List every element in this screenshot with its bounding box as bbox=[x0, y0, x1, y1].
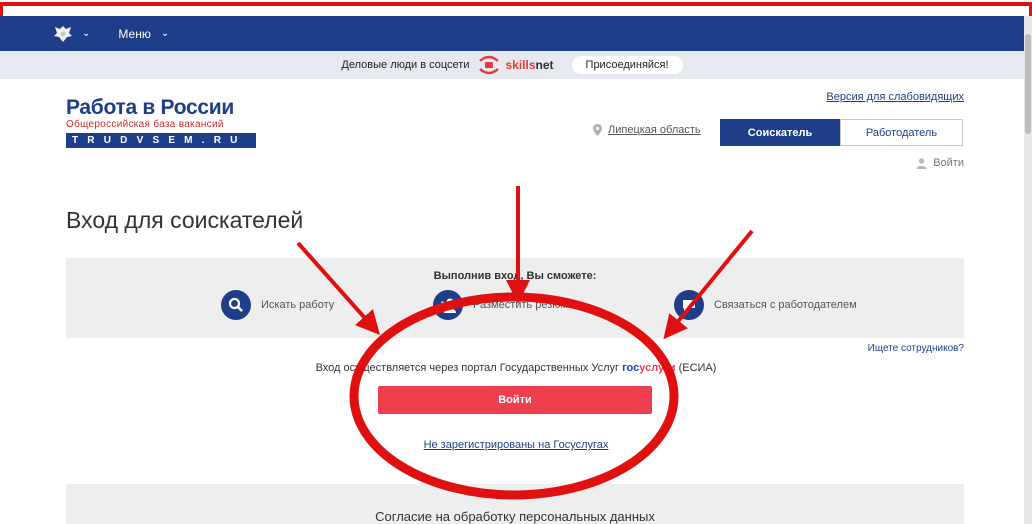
skillsnet-logo[interactable]: skills net bbox=[476, 55, 554, 75]
gosuslugi-logo: госуслуги bbox=[622, 362, 676, 374]
looking-for-employees-link[interactable]: Ищете сотрудников? bbox=[868, 343, 964, 354]
esia-info: Вход осуществляется через портал Государ… bbox=[0, 362, 1032, 374]
skillsnet-icon bbox=[478, 55, 499, 75]
logo-domain: TRUDVSEM.RU bbox=[66, 133, 256, 148]
region-label: Липецкая область bbox=[608, 124, 701, 136]
benefit-contact-employer: Связаться с работодателем bbox=[674, 290, 857, 320]
role-employer-tab[interactable]: Работодатель bbox=[840, 119, 963, 146]
chat-icon bbox=[674, 290, 704, 320]
esia-prefix: Вход осуществляется через портал Государ… bbox=[315, 362, 620, 374]
benefits-panel: Выполнив вход, Вы сможете: Искать работу… bbox=[66, 258, 964, 338]
logo-subtitle: Общероссийская база вакансий bbox=[66, 119, 224, 130]
benefit-label: Искать работу bbox=[261, 299, 335, 311]
site-logo[interactable]: Работа в России Общероссийская база вака… bbox=[66, 96, 256, 148]
benefit-search-jobs: Искать работу bbox=[221, 290, 334, 320]
consent-title: Согласие на обработку персональных данны… bbox=[375, 509, 655, 524]
role-seeker-tab[interactable]: Соискатель bbox=[720, 119, 840, 146]
top-navbar: ⌄ Меню ⌄ bbox=[0, 16, 1032, 51]
not-registered-link-wrap: Не зарегистрированы на Госуслугах bbox=[0, 439, 1032, 451]
esia-suffix: (ЕСИА) bbox=[678, 362, 717, 374]
skillsnet-brand-part2: net bbox=[535, 58, 554, 72]
accessibility-version-link[interactable]: Версия для слабовидящих bbox=[826, 91, 964, 103]
add-user-icon bbox=[433, 290, 463, 320]
user-icon bbox=[916, 157, 927, 169]
scrollbar-thumb[interactable] bbox=[1025, 34, 1031, 134]
benefit-label: Связаться с работодателем bbox=[714, 299, 857, 311]
skillsnet-brand-part1: skills bbox=[505, 58, 536, 72]
chevron-down-icon[interactable]: ⌄ bbox=[82, 28, 90, 39]
benefit-post-resume: Разместить резюме bbox=[433, 290, 574, 320]
join-button[interactable]: Присоединяйся! bbox=[571, 56, 683, 74]
promo-text: Деловые люди в соцсети bbox=[341, 59, 470, 71]
menu-dropdown[interactable]: Меню ⌄ bbox=[118, 27, 169, 41]
role-switch: Соискатель Работодатель bbox=[720, 119, 963, 146]
login-button[interactable]: Войти bbox=[378, 386, 652, 414]
search-icon bbox=[221, 290, 251, 320]
header-login-label: Войти bbox=[933, 157, 964, 169]
location-pin-icon bbox=[593, 124, 602, 136]
header-login-link[interactable]: Войти bbox=[916, 157, 964, 169]
promo-banner: Деловые люди в соцсети skills net Присоед… bbox=[0, 51, 1024, 79]
coat-of-arms-icon[interactable] bbox=[52, 23, 74, 45]
benefit-label: Разместить резюме bbox=[473, 299, 575, 311]
menu-label: Меню bbox=[118, 26, 151, 41]
page-title: Вход для соискателей bbox=[66, 207, 304, 233]
benefits-title: Выполнив вход, Вы сможете: bbox=[433, 270, 597, 282]
annotation-frame-top bbox=[0, 2, 1032, 6]
chevron-down-icon: ⌄ bbox=[160, 28, 170, 39]
region-selector[interactable]: Липецкая область bbox=[593, 124, 701, 136]
logo-title: Работа в России bbox=[66, 96, 234, 119]
consent-panel: Согласие на обработку персональных данны… bbox=[66, 484, 964, 524]
not-registered-link[interactable]: Не зарегистрированы на Госуслугах bbox=[424, 439, 609, 451]
